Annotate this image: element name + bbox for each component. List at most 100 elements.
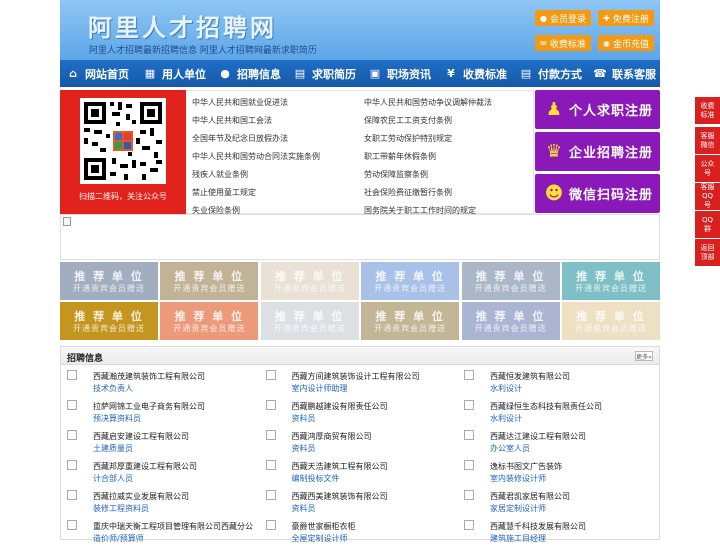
company-name[interactable]: 西藏鹏越建设有限责任公司	[292, 401, 388, 412]
float-back-to-top[interactable]: 返回顶部	[695, 239, 720, 266]
personal-register-button[interactable]: ♟ 个人求职注册	[535, 90, 660, 129]
law-link[interactable]: 中华人民共和国劳动争议调解仲裁法	[364, 97, 492, 108]
job-item[interactable]: 西藏邦厚重建设工程有限公司 计合部人员	[61, 459, 256, 489]
recommend-tile[interactable]: 推 荐 单 位开通贵宾会员赠送	[562, 302, 660, 340]
fee-standard-button[interactable]: ✉ 收费标准	[535, 35, 591, 51]
job-item[interactable]: 重庆中瑞天衡工程项目管理有限公司西藏分公 造价师/预算师	[61, 519, 256, 549]
company-name[interactable]: 西藏方间建筑装饰设计工程有限公司	[292, 371, 420, 382]
site-title[interactable]: 阿里人才招聘网	[88, 8, 277, 43]
job-item[interactable]: 西藏方间建筑装饰设计工程有限公司 室内设计师助理	[260, 369, 455, 399]
job-position[interactable]: 计合部人员	[93, 473, 133, 484]
float-fee-standard[interactable]: 收费标准	[695, 97, 720, 124]
job-item[interactable]: 西藏天浩建筑工程有限公司 编制投标文件	[260, 459, 455, 489]
law-link[interactable]: 保障农民工工资支付条例	[364, 115, 452, 126]
company-name[interactable]: 西藏慧千科技发展有限公司	[490, 521, 586, 532]
recommend-tile[interactable]: 推 荐 单 位开通贵宾会员赠送	[562, 262, 660, 300]
job-position[interactable]: 土建质量员	[93, 443, 133, 454]
company-name[interactable]: 西藏拉威实业发展有限公司	[93, 491, 189, 502]
law-link[interactable]: 中华人民共和国就业促进法	[192, 97, 288, 108]
job-item[interactable]: 豪爵世家橱柜衣柜 全屋定制设计师	[260, 519, 455, 549]
recommend-tile[interactable]: 推 荐 单 位开通贵宾会员赠送	[361, 302, 460, 340]
job-item[interactable]: 西藏鹏越建设有限责任公司 资料员	[260, 399, 455, 429]
company-name[interactable]: 西藏恒发建筑有限公司	[490, 371, 570, 382]
job-position[interactable]: 预决算资料员	[93, 413, 141, 424]
job-position[interactable]: 技术负责人	[93, 383, 133, 394]
nav-employers[interactable]: ▦ 用人单位	[143, 60, 206, 87]
job-position[interactable]: 资料员	[292, 413, 316, 424]
law-link[interactable]: 职工带薪年休假条例	[364, 151, 436, 162]
company-name[interactable]: 逸标书图文广告装饰	[490, 461, 562, 472]
law-link[interactable]: 中华人民共和国工会法	[192, 115, 272, 126]
company-name[interactable]: 豪爵世家橱柜衣柜	[292, 521, 356, 532]
law-link[interactable]: 劳动保障监察条例	[364, 169, 428, 180]
job-item[interactable]: 西藏瀚茂建筑装饰工程有限公司 技术负责人	[61, 369, 256, 399]
job-item[interactable]: 西藏恒发建筑有限公司 水利设计	[458, 369, 653, 399]
law-link[interactable]: 女职工劳动保护特别规定	[364, 133, 452, 144]
company-name[interactable]: 西藏达江建设工程有限公司	[490, 431, 586, 442]
recommend-tile[interactable]: 推 荐 单 位开通贵宾会员赠送	[361, 262, 460, 300]
nav-jobs[interactable]: ● 招聘信息	[218, 60, 281, 87]
job-position[interactable]: 建筑施工目经理	[490, 533, 546, 544]
member-login-button[interactable]: ● 会员登录	[535, 10, 591, 26]
job-position[interactable]: 资料员	[292, 443, 316, 454]
law-link[interactable]: 社会保险费征缴暂行条例	[364, 187, 452, 198]
job-item[interactable]: 西藏君凯家居有限公司 家居定制设计师	[458, 489, 653, 519]
job-position[interactable]: 水利设计	[490, 383, 522, 394]
job-item[interactable]: 西藏绿恒生态科技有限责任公司 水利设计	[458, 399, 653, 429]
job-item[interactable]: 西藏西美建筑装饰有限公司 资料员	[260, 489, 455, 519]
recommend-tile[interactable]: 推 荐 单 位开通贵宾会员赠送	[160, 302, 259, 340]
float-official-account[interactable]: 公众号	[695, 155, 720, 182]
company-name[interactable]: 西藏君凯家居有限公司	[490, 491, 570, 502]
company-name[interactable]: 拉萨网锦工业电子商务有限公司	[93, 401, 205, 412]
float-service-wechat[interactable]: 客服微信	[695, 127, 720, 154]
job-item[interactable]: 西藏达江建设工程有限公司 办公室人员	[458, 429, 653, 459]
recommend-tile[interactable]: 推 荐 单 位开通贵宾会员赠送	[60, 302, 158, 340]
more-jobs-button[interactable]: 更多»	[635, 351, 653, 361]
recommend-tile[interactable]: 推 荐 单 位开通贵宾会员赠送	[461, 262, 560, 300]
recommend-tile[interactable]: 推 荐 单 位开通贵宾会员赠送	[461, 302, 560, 340]
recommend-tile[interactable]: 推 荐 单 位开通贵宾会员赠送	[260, 302, 359, 340]
job-item[interactable]: 西藏慧千科技发展有限公司 建筑施工目经理	[458, 519, 653, 549]
job-position[interactable]: 造价师/预算师	[93, 533, 144, 544]
job-position[interactable]: 全屋定制设计师	[292, 533, 348, 544]
recommend-tile[interactable]: 推 荐 单 位开通贵宾会员赠送	[260, 262, 359, 300]
job-position[interactable]: 装修工程资料员	[93, 503, 149, 514]
company-name[interactable]: 重庆中瑞天衡工程项目管理有限公司西藏分公	[93, 521, 253, 532]
coin-recharge-button[interactable]: ◉ 金币充值	[598, 35, 654, 51]
free-register-button[interactable]: ✚ 免费注册	[598, 10, 654, 26]
wechat-register-button[interactable]: ☻ 微信扫码注册	[535, 174, 660, 213]
company-name[interactable]: 西藏绿恒生态科技有限责任公司	[490, 401, 602, 412]
job-position[interactable]: 室内装修设计师	[490, 473, 546, 484]
company-register-button[interactable]: ♛ 企业招聘注册	[535, 132, 660, 171]
company-name[interactable]: 西藏西美建筑装饰有限公司	[292, 491, 388, 502]
job-item[interactable]: 西藏启安建设工程有限公司 土建质量员	[61, 429, 256, 459]
nav-contact[interactable]: ☎ 联系客服	[593, 60, 656, 87]
nav-fees[interactable]: ¥ 收费标准	[444, 60, 507, 87]
company-name[interactable]: 西藏邦厚重建设工程有限公司	[93, 461, 197, 472]
job-item[interactable]: 西藏鸿厚商贸有限公司 资料员	[260, 429, 455, 459]
job-position[interactable]: 编制投标文件	[292, 473, 340, 484]
nav-resumes[interactable]: ▤ 求职简历	[293, 60, 356, 87]
company-name[interactable]: 西藏启安建设工程有限公司	[93, 431, 189, 442]
nav-news[interactable]: ▣ 职场资讯	[368, 60, 431, 87]
job-item[interactable]: 拉萨网锦工业电子商务有限公司 预决算资料员	[61, 399, 256, 429]
recommend-tile[interactable]: 推 荐 单 位开通贵宾会员赠送	[160, 262, 259, 300]
company-name[interactable]: 西藏瀚茂建筑装饰工程有限公司	[93, 371, 205, 382]
nav-home[interactable]: ⌂ 网站首页	[66, 60, 129, 87]
law-link[interactable]: 禁止使用童工规定	[192, 187, 256, 198]
recommend-tile[interactable]: 推 荐 单 位开通贵宾会员赠送	[60, 262, 158, 300]
job-position[interactable]: 水利设计	[490, 413, 522, 424]
float-service-qq[interactable]: 客服QQ号	[695, 183, 720, 210]
company-name[interactable]: 西藏天浩建筑工程有限公司	[292, 461, 388, 472]
law-link[interactable]: 全国年节及纪念日放假办法	[192, 133, 288, 144]
job-position[interactable]: 办公室人员	[490, 443, 530, 454]
job-position[interactable]: 室内设计师助理	[292, 383, 348, 394]
nav-payment[interactable]: ▤ 付款方式	[519, 60, 582, 87]
job-position[interactable]: 资料员	[292, 503, 316, 514]
job-item[interactable]: 西藏拉威实业发展有限公司 装修工程资料员	[61, 489, 256, 519]
job-item[interactable]: 逸标书图文广告装饰 室内装修设计师	[458, 459, 653, 489]
law-link[interactable]: 中华人民共和国劳动合同法实施条例	[192, 151, 320, 162]
ad-banner[interactable]	[60, 214, 660, 260]
job-position[interactable]: 家居定制设计师	[490, 503, 546, 514]
law-link[interactable]: 残疾人就业条例	[192, 169, 248, 180]
